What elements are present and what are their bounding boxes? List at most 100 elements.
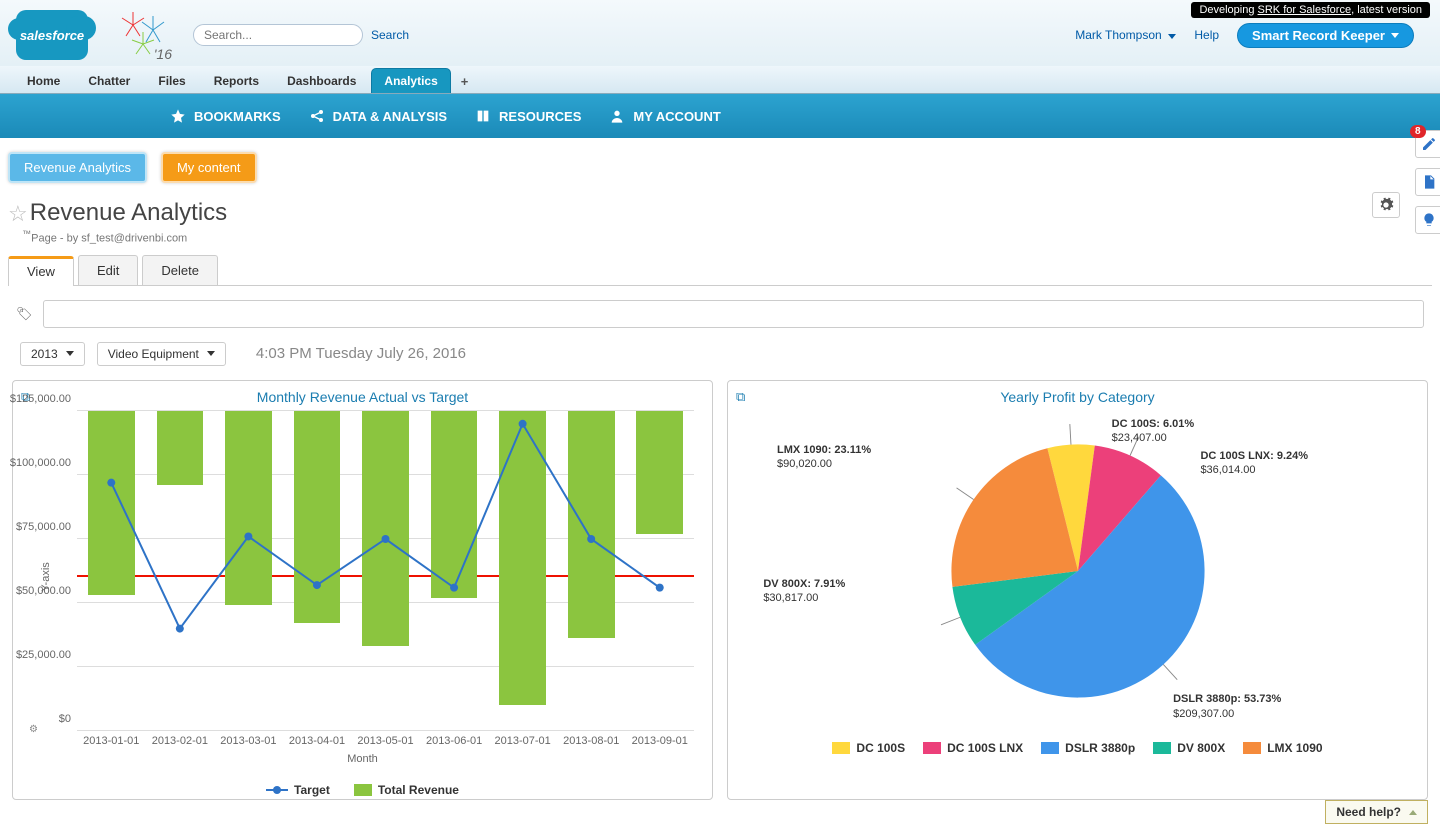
copy-chart-icon[interactable]: ⧉ — [736, 389, 745, 405]
bar-slot — [626, 411, 695, 731]
tab-add-button[interactable]: + — [453, 70, 477, 93]
dev-banner: Developing SRK for Salesforce, latest ve… — [1191, 2, 1430, 18]
bar-slot — [351, 411, 420, 731]
x-tick: 2013-07-01 — [488, 735, 557, 747]
salesforce-logo[interactable]: salesforce — [16, 10, 88, 60]
analytics-subnav: BOOKMARKS DATA & ANALYSIS RESOURCES MY A… — [0, 94, 1440, 138]
bar-rect[interactable] — [431, 411, 478, 598]
user-icon — [609, 108, 625, 124]
user-menu[interactable]: Mark Thompson — [1075, 28, 1176, 42]
main-tabbar: HomeChatterFilesReportsDashboardsAnalyti… — [0, 66, 1440, 94]
page-title: Revenue Analytics — [30, 199, 227, 227]
legend-item: DC 100S LNX — [923, 741, 1023, 755]
tab-chatter[interactable]: Chatter — [75, 68, 143, 93]
pie-chart-title: Yearly Profit by Category — [736, 389, 1419, 405]
x-tick: 2013-04-01 — [283, 735, 352, 747]
bar-rect[interactable] — [225, 411, 272, 606]
tab-reports[interactable]: Reports — [201, 68, 272, 93]
my-content-pill[interactable]: My content — [161, 152, 257, 183]
x-tick: 2013-09-01 — [626, 735, 695, 747]
bar-rect[interactable] — [88, 411, 135, 595]
action-tab-edit[interactable]: Edit — [78, 255, 138, 285]
pie-label: DSLR 3880p: 53.73%$209,307.00 — [1173, 692, 1281, 721]
tab-home[interactable]: Home — [14, 68, 73, 93]
search-button[interactable]: Search — [371, 28, 409, 42]
bar-rect[interactable] — [499, 411, 546, 705]
dev-banner-link[interactable]: SRK for Salesforce — [1258, 4, 1352, 16]
share-icon — [309, 108, 325, 124]
favorite-star-icon[interactable]: ☆ — [8, 201, 28, 227]
tab-files[interactable]: Files — [145, 68, 198, 93]
tag-input[interactable] — [43, 300, 1424, 328]
category-filter-dropdown[interactable]: Video Equipment — [97, 342, 226, 366]
bar-chart: Y-axis ⚙ $0$25,000.00$50,000.00$75,000.0… — [77, 411, 694, 731]
pencil-icon — [1421, 136, 1437, 152]
x-tick: 2013-02-01 — [146, 735, 215, 747]
bar-slot — [557, 411, 626, 731]
subnav-resources[interactable]: RESOURCES — [475, 108, 581, 124]
swatch-icon — [1243, 742, 1261, 754]
side-rail: 8 — [1414, 130, 1440, 234]
pie-label: LMX 1090: 23.11%$90,020.00 — [777, 443, 871, 472]
help-link[interactable]: Help — [1194, 28, 1219, 42]
notification-badge: 8 — [1410, 125, 1426, 138]
caret-down-icon — [1391, 33, 1399, 38]
bar-slot — [420, 411, 489, 731]
action-tab-view[interactable]: View — [8, 256, 74, 286]
y-tick: $25,000.00 — [16, 649, 71, 661]
y-tick: $0 — [59, 713, 71, 725]
x-tick: 2013-06-01 — [420, 735, 489, 747]
bar-rect[interactable] — [362, 411, 409, 647]
side-doc-button[interactable] — [1415, 168, 1440, 196]
fireworks-icon: '16 — [118, 10, 168, 60]
star-icon — [170, 108, 186, 124]
bar-rect[interactable] — [157, 411, 204, 485]
smart-record-keeper-button[interactable]: Smart Record Keeper — [1237, 23, 1414, 48]
search-input[interactable] — [193, 24, 363, 46]
bar-rect[interactable] — [636, 411, 683, 534]
tab-analytics[interactable]: Analytics — [371, 68, 450, 93]
page-settings-button[interactable] — [1372, 192, 1400, 218]
subnav-bookmarks[interactable]: BOOKMARKS — [170, 108, 281, 124]
monthly-revenue-chart-card: ⧉ Monthly Revenue Actual vs Target Y-axi… — [12, 380, 713, 800]
bar-slot — [488, 411, 557, 731]
yearly-profit-chart-card: ⧉ Yearly Profit by Category DC 100S: 6.0… — [727, 380, 1428, 800]
pie-chart: DC 100S: 6.01%$23,407.00DC 100S LNX: 9.2… — [736, 411, 1419, 731]
content-area: 8 Revenue Analytics My content ☆ Revenue… — [0, 138, 1440, 800]
swatch-icon — [923, 742, 941, 754]
pie-label: DC 100S LNX: 9.24%$36,014.00 — [1200, 449, 1308, 478]
caret-down-icon — [66, 351, 74, 356]
swatch-icon — [832, 742, 850, 754]
revenue-analytics-pill[interactable]: Revenue Analytics — [8, 152, 147, 183]
pie-chart-legend: DC 100SDC 100S LNXDSLR 3880pDV 800XLMX 1… — [736, 741, 1419, 755]
subnav-my-account[interactable]: MY ACCOUNT — [609, 108, 720, 124]
page-subtitle: ™Page - by sf_test@drivenbi.com — [22, 229, 1432, 245]
tab-dashboards[interactable]: Dashboards — [274, 68, 369, 93]
bar-rect[interactable] — [568, 411, 615, 639]
document-icon — [1421, 174, 1437, 190]
x-tick: 2013-08-01 — [557, 735, 626, 747]
y-tick: $75,000.00 — [16, 521, 71, 533]
caret-down-icon — [1168, 34, 1176, 39]
subnav-data-analysis[interactable]: DATA & ANALYSIS — [309, 108, 447, 124]
pie-label: DV 800X: 7.91%$30,817.00 — [763, 577, 845, 606]
tag-icon: 🏷 — [16, 306, 33, 322]
action-tabs: ViewEditDelete — [8, 255, 1432, 286]
axis-gear-icon[interactable]: ⚙ — [29, 724, 38, 735]
year-filter-dropdown[interactable]: 2013 — [20, 342, 85, 366]
need-help-widget[interactable]: Need help? — [1325, 800, 1428, 824]
lightbulb-icon — [1421, 212, 1437, 228]
legend-total-revenue: Total Revenue — [354, 783, 459, 797]
action-tab-delete[interactable]: Delete — [142, 255, 218, 285]
side-idea-button[interactable] — [1415, 206, 1440, 234]
bar-chart-title: Monthly Revenue Actual vs Target — [21, 389, 704, 405]
page-header: ☆ Revenue Analytics — [8, 199, 1432, 227]
bar-rect[interactable] — [294, 411, 341, 623]
legend-item: LMX 1090 — [1243, 741, 1322, 755]
side-edit-button[interactable]: 8 — [1415, 130, 1440, 158]
search-form: Search — [193, 24, 409, 46]
legend-item: DV 800X — [1153, 741, 1225, 755]
caret-down-icon — [207, 351, 215, 356]
bar-slot — [146, 411, 215, 731]
legend-item: DSLR 3880p — [1041, 741, 1135, 755]
